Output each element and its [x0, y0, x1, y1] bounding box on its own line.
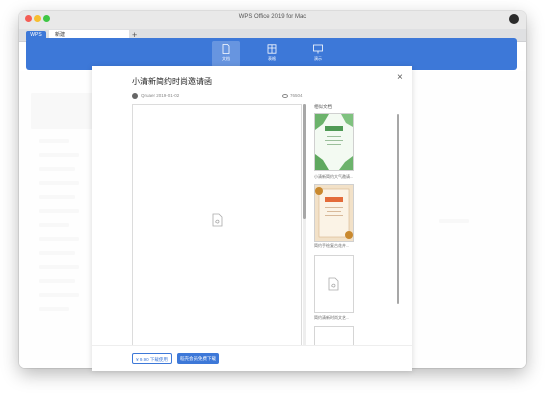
template-preview-dialog: 小清新简约时尚邀请函 × Qruaer 2019-01-02 76504 相似文…: [92, 66, 412, 371]
document-icon: [222, 44, 230, 54]
title-bar: WPS Office 2019 for Mac: [19, 11, 526, 29]
nav-table-label: 表格: [268, 56, 276, 61]
template-title: 小清新简约时尚邀请函: [132, 77, 212, 86]
table-icon: [267, 44, 277, 54]
close-icon[interactable]: ×: [397, 72, 403, 83]
preview-scrollbar[interactable]: [303, 104, 306, 346]
view-count-value: 76504: [290, 93, 303, 98]
document-placeholder-icon: [328, 277, 339, 291]
related-thumbnail-1[interactable]: [314, 113, 354, 171]
nav-table[interactable]: 表格: [258, 41, 286, 67]
related-thumbnail-3[interactable]: [314, 255, 354, 313]
member-download-button[interactable]: 稻壳会员免费下载: [177, 353, 219, 364]
window-title: WPS Office 2019 for Mac: [238, 14, 307, 20]
presentation-icon: [313, 44, 323, 54]
related-thumbnail-2[interactable]: [314, 184, 354, 242]
dialog-footer: ¥ 9.90 下载使用 稻壳会员免费下载: [92, 345, 412, 371]
document-preview[interactable]: [132, 104, 302, 346]
related-caption-2[interactable]: 简约手绘复古花卉...: [314, 243, 360, 249]
buy-download-button[interactable]: ¥ 9.90 下载使用: [132, 353, 172, 364]
eye-icon: [282, 93, 288, 98]
nav-document[interactable]: 文档: [212, 41, 240, 67]
preview-scrollbar-thumb[interactable]: [303, 104, 306, 219]
related-scrollbar[interactable]: [397, 114, 399, 304]
nav-presentation-label: 演示: [314, 56, 322, 61]
related-heading: 相似文档: [314, 104, 332, 109]
author-avatar: [132, 93, 138, 99]
nav-document-label: 文档: [222, 56, 230, 61]
user-avatar[interactable]: [509, 14, 519, 24]
nav-presentation[interactable]: 演示: [304, 41, 332, 67]
invitation-thumbnail-image: [315, 185, 353, 241]
related-thumbnail-4[interactable]: [314, 326, 354, 346]
related-caption-1[interactable]: 小清新简约大气邀请...: [314, 174, 360, 180]
view-count: 76504: [282, 93, 303, 98]
invitation-thumbnail-image: [315, 114, 353, 170]
document-placeholder-icon: [212, 213, 223, 227]
author-and-date: Qruaer 2019-01-02: [141, 93, 180, 98]
related-caption-3[interactable]: 简约清新时尚文艺...: [314, 315, 360, 321]
